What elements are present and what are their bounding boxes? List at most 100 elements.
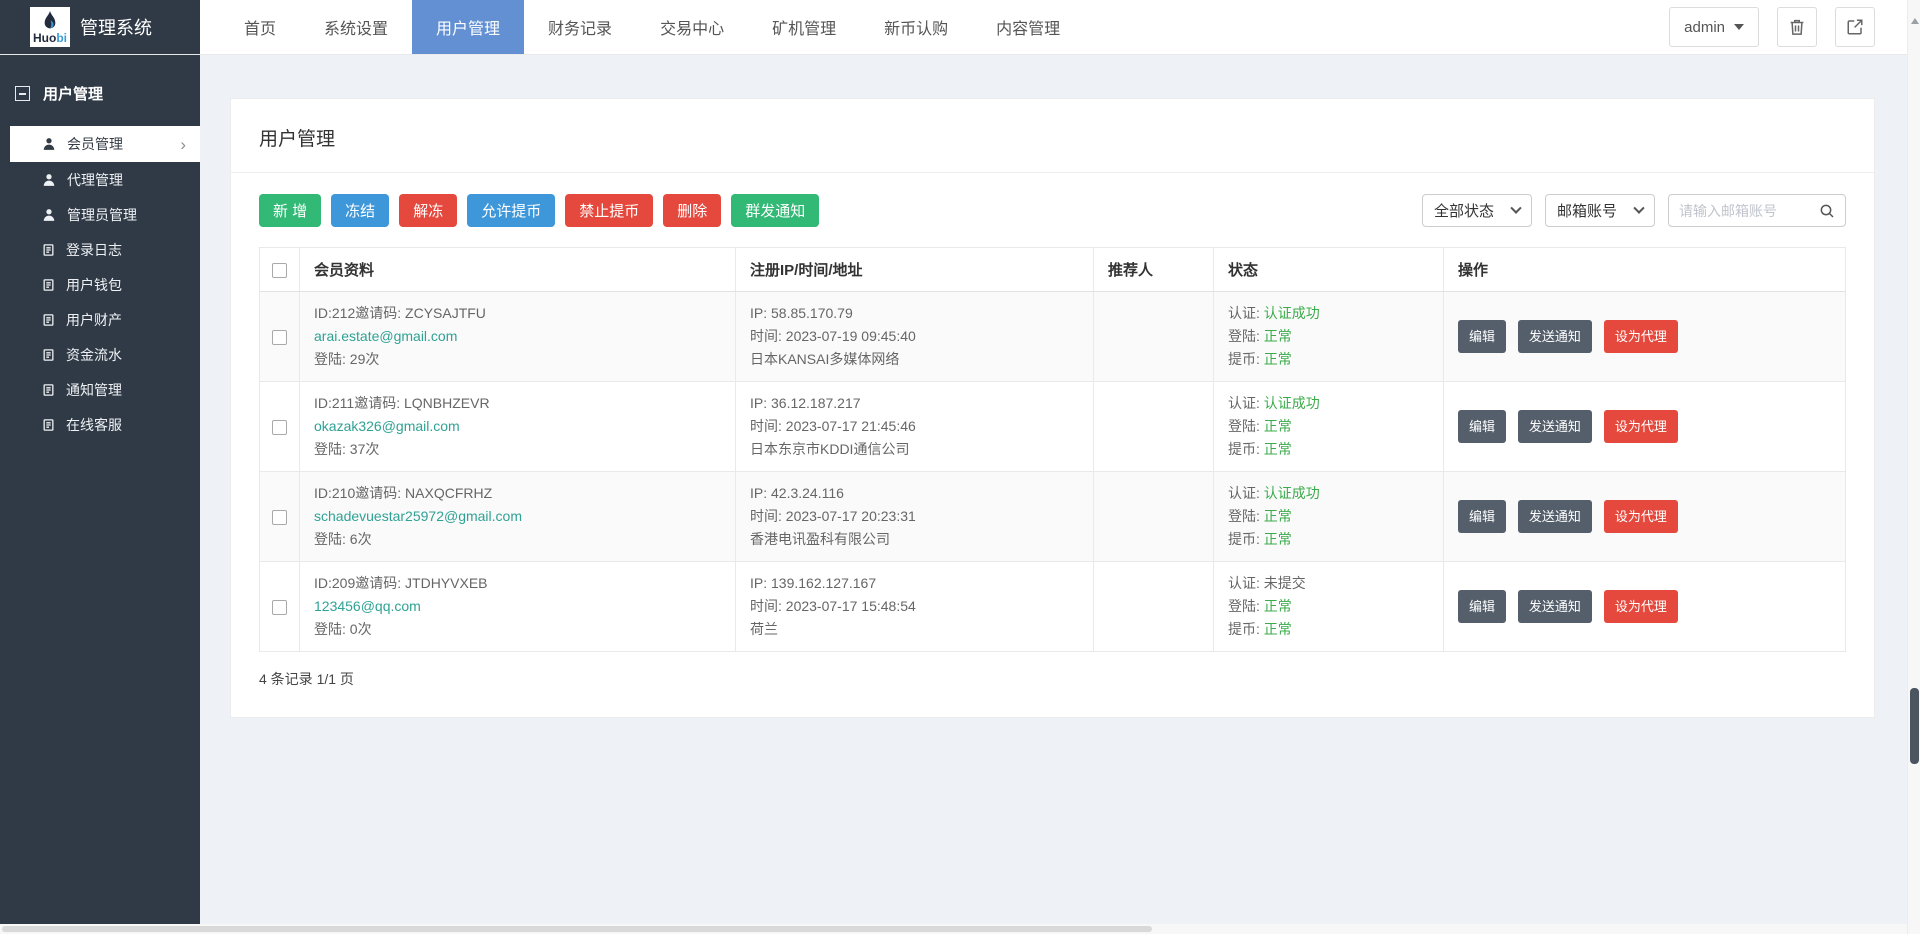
export-icon [1846, 18, 1864, 36]
sidebar-item-member-management[interactable]: 会员管理 › [10, 126, 200, 162]
sidebar-item-login-logs[interactable]: 登录日志 [0, 232, 200, 267]
register-time: 时间: 2023-07-19 09:45:40 [750, 325, 1079, 348]
members-table: 会员资料 注册IP/时间/地址 推荐人 状态 操作 ID:212邀请码: ZCY… [259, 247, 1846, 652]
register-ip: IP: 42.3.24.116 [750, 482, 1079, 505]
register-ip: IP: 36.12.187.217 [750, 392, 1079, 415]
sidebar-item-user-wallet[interactable]: 用户钱包 [0, 267, 200, 302]
search-box [1668, 194, 1846, 227]
caret-down-icon [1734, 24, 1744, 30]
member-id-line: ID:211邀请码: LQNBHZEVR [314, 392, 721, 415]
sidebar-item-admin-management[interactable]: 管理员管理 [0, 197, 200, 232]
flame-icon [42, 11, 58, 31]
status-auth: 认证: 认证成功 [1228, 392, 1429, 415]
status-login: 登陆: 正常 [1228, 505, 1429, 528]
set-agent-button[interactable]: 设为代理 [1604, 410, 1678, 443]
member-email[interactable]: okazak326@gmail.com [314, 415, 721, 438]
vertical-scrollbar-thumb[interactable] [1910, 688, 1919, 764]
row-checkbox[interactable] [272, 420, 287, 435]
member-login-count: 登陆: 37次 [314, 438, 721, 461]
sidebar-item-fund-flow[interactable]: 资金流水 [0, 337, 200, 372]
admin-dropdown-label: admin [1684, 19, 1725, 36]
nav-item-system-settings[interactable]: 系统设置 [300, 0, 412, 54]
sidebar-item-online-service[interactable]: 在线客服 [0, 407, 200, 442]
register-ip: IP: 139.162.127.167 [750, 572, 1079, 595]
nav-item-user-management[interactable]: 用户管理 [412, 0, 524, 54]
sidebar-item-notice-management[interactable]: 通知管理 [0, 372, 200, 407]
search-icon[interactable] [1819, 203, 1835, 219]
records-summary: 4 条记录 1/1 页 [259, 669, 1846, 689]
sidebar-item-label: 通知管理 [66, 380, 122, 400]
member-email[interactable]: arai.estate@gmail.com [314, 325, 721, 348]
edit-button[interactable]: 编辑 [1458, 500, 1506, 533]
row-checkbox[interactable] [272, 510, 287, 525]
status-select-value: 全部状态 [1434, 200, 1494, 221]
search-input[interactable] [1679, 203, 1819, 219]
add-button[interactable]: 新 增 [259, 194, 321, 227]
document-icon [42, 313, 55, 327]
nav-item-miner-management[interactable]: 矿机管理 [748, 0, 860, 54]
document-icon [42, 348, 55, 362]
referrer-cell [1094, 562, 1214, 652]
column-header-member: 会员资料 [300, 248, 736, 292]
edit-button[interactable]: 编辑 [1458, 590, 1506, 623]
page-title: 用户管理 [231, 99, 1874, 173]
member-email[interactable]: 123456@qq.com [314, 595, 721, 618]
sidebar-item-label: 管理员管理 [67, 205, 137, 225]
member-id-line: ID:210邀请码: NAXQCFRHZ [314, 482, 721, 505]
nav-item-content-management[interactable]: 内容管理 [972, 0, 1084, 54]
document-icon [42, 418, 55, 432]
nav-item-finance-records[interactable]: 财务记录 [524, 0, 636, 54]
admin-dropdown[interactable]: admin [1669, 7, 1759, 47]
column-header-status: 状态 [1214, 248, 1444, 292]
search-field-select[interactable]: 邮箱账号 [1545, 194, 1655, 227]
forbid-withdraw-button[interactable]: 禁止提币 [565, 194, 653, 227]
mass-notify-button[interactable]: 群发通知 [731, 194, 819, 227]
status-withdraw: 提币: 正常 [1228, 438, 1429, 461]
member-email[interactable]: schadevuestar25972@gmail.com [314, 505, 721, 528]
register-time: 时间: 2023-07-17 20:23:31 [750, 505, 1079, 528]
allow-withdraw-button[interactable]: 允许提币 [467, 194, 555, 227]
vertical-scrollbar[interactable] [1907, 0, 1920, 934]
logout-button[interactable] [1835, 7, 1875, 47]
sidebar-section-user-management[interactable]: 用户管理 [0, 55, 200, 126]
table-row: ID:210邀请码: NAXQCFRHZ schadevuestar25972@… [260, 472, 1846, 562]
send-notice-button[interactable]: 发送通知 [1518, 320, 1592, 353]
clear-cache-button[interactable] [1777, 7, 1817, 47]
nav-item-trade-center[interactable]: 交易中心 [636, 0, 748, 54]
delete-button[interactable]: 删除 [663, 194, 721, 227]
brand-area: Huobi 管理系统 [0, 0, 200, 54]
send-notice-button[interactable]: 发送通知 [1518, 500, 1592, 533]
send-notice-button[interactable]: 发送通知 [1518, 590, 1592, 623]
scroll-up-arrow-icon[interactable] [1911, 18, 1919, 24]
header-actions: admin [1669, 0, 1920, 54]
member-id-line: ID:212邀请码: ZCYSAJTFU [314, 302, 721, 325]
referrer-cell [1094, 292, 1214, 382]
edit-button[interactable]: 编辑 [1458, 410, 1506, 443]
status-select[interactable]: 全部状态 [1422, 194, 1532, 227]
sidebar-item-agent-management[interactable]: 代理管理 [0, 162, 200, 197]
set-agent-button[interactable]: 设为代理 [1604, 590, 1678, 623]
user-icon [42, 137, 56, 151]
filters: 全部状态 邮箱账号 [1422, 194, 1846, 227]
set-agent-button[interactable]: 设为代理 [1604, 500, 1678, 533]
chevron-down-icon [1633, 202, 1644, 213]
horizontal-scrollbar-thumb[interactable] [2, 926, 1152, 932]
status-auth: 认证: 认证成功 [1228, 302, 1429, 325]
send-notice-button[interactable]: 发送通知 [1518, 410, 1592, 443]
row-checkbox[interactable] [272, 600, 287, 615]
unfreeze-button[interactable]: 解冻 [399, 194, 457, 227]
edit-button[interactable]: 编辑 [1458, 320, 1506, 353]
freeze-button[interactable]: 冻结 [331, 194, 389, 227]
sidebar-item-user-assets[interactable]: 用户财产 [0, 302, 200, 337]
row-checkbox[interactable] [272, 330, 287, 345]
chevron-right-icon: › [180, 136, 186, 153]
table-row: ID:211邀请码: LQNBHZEVR okazak326@gmail.com… [260, 382, 1846, 472]
nav-item-new-coin[interactable]: 新币认购 [860, 0, 972, 54]
referrer-cell [1094, 382, 1214, 472]
nav-item-home[interactable]: 首页 [220, 0, 300, 54]
sidebar-item-label: 用户财产 [66, 310, 122, 330]
status-auth: 认证: 认证成功 [1228, 482, 1429, 505]
horizontal-scrollbar[interactable] [0, 924, 1907, 934]
select-all-checkbox[interactable] [272, 263, 287, 278]
set-agent-button[interactable]: 设为代理 [1604, 320, 1678, 353]
